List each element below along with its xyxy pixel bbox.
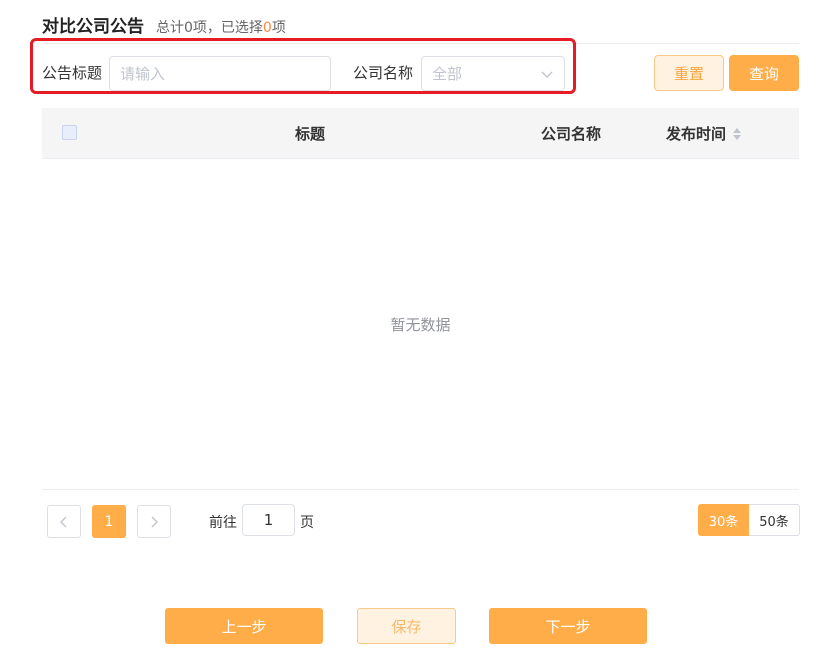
company-filter-value: 全部	[432, 65, 463, 83]
column-header-publish-time-label: 发布时间	[666, 125, 727, 143]
column-header-company: 公司名称	[541, 125, 602, 143]
chevron-left-icon	[60, 516, 67, 527]
summary-suffix: 项	[271, 20, 286, 36]
page-number-current[interactable]: 1	[92, 505, 126, 538]
goto-suffix-label: 页	[300, 515, 314, 531]
page-size-50[interactable]: 50条	[749, 504, 800, 536]
chevron-down-icon	[541, 71, 553, 78]
prev-step-button[interactable]: 上一步	[165, 608, 323, 644]
reset-button[interactable]: 重置	[654, 55, 724, 91]
goto-prefix-label: 前往	[209, 515, 237, 531]
title-filter-label: 公告标题	[42, 64, 103, 82]
section-header: 对比公司公告 总计0项，已选择0项	[42, 12, 286, 37]
announcement-compare-page: 对比公司公告 总计0项，已选择0项 公告标题 公司名称 全部 重置 查询 标题 …	[0, 0, 824, 655]
company-filter-label: 公司名称	[353, 64, 414, 82]
page-size-30[interactable]: 30条	[698, 504, 749, 536]
empty-text: 暂无数据	[390, 315, 451, 334]
save-button[interactable]: 保存	[357, 608, 456, 644]
selection-summary: 总计0项，已选择0项	[156, 17, 286, 37]
prev-page-button[interactable]	[47, 505, 81, 538]
next-page-button[interactable]	[137, 505, 171, 538]
query-button[interactable]: 查询	[729, 55, 799, 91]
selected-count: 0	[262, 20, 272, 36]
summary-prefix: 总计0项，已选择	[156, 20, 263, 36]
next-step-button[interactable]: 下一步	[489, 608, 647, 644]
column-header-publish-time[interactable]: 发布时间	[666, 123, 742, 144]
sort-icon[interactable]	[732, 127, 742, 141]
company-filter-select[interactable]: 全部	[421, 56, 565, 91]
goto-page-input[interactable]	[242, 504, 295, 536]
column-header-title: 标题	[295, 125, 326, 143]
table-empty-state: 暂无数据	[42, 159, 799, 490]
chevron-right-icon	[151, 516, 158, 527]
page-size-selector: 30条 50条	[698, 504, 800, 536]
section-title: 对比公司公告	[42, 17, 144, 37]
title-filter-input[interactable]	[109, 56, 331, 91]
table-header: 标题 公司名称 发布时间	[42, 108, 799, 159]
select-all-checkbox[interactable]	[62, 125, 77, 140]
